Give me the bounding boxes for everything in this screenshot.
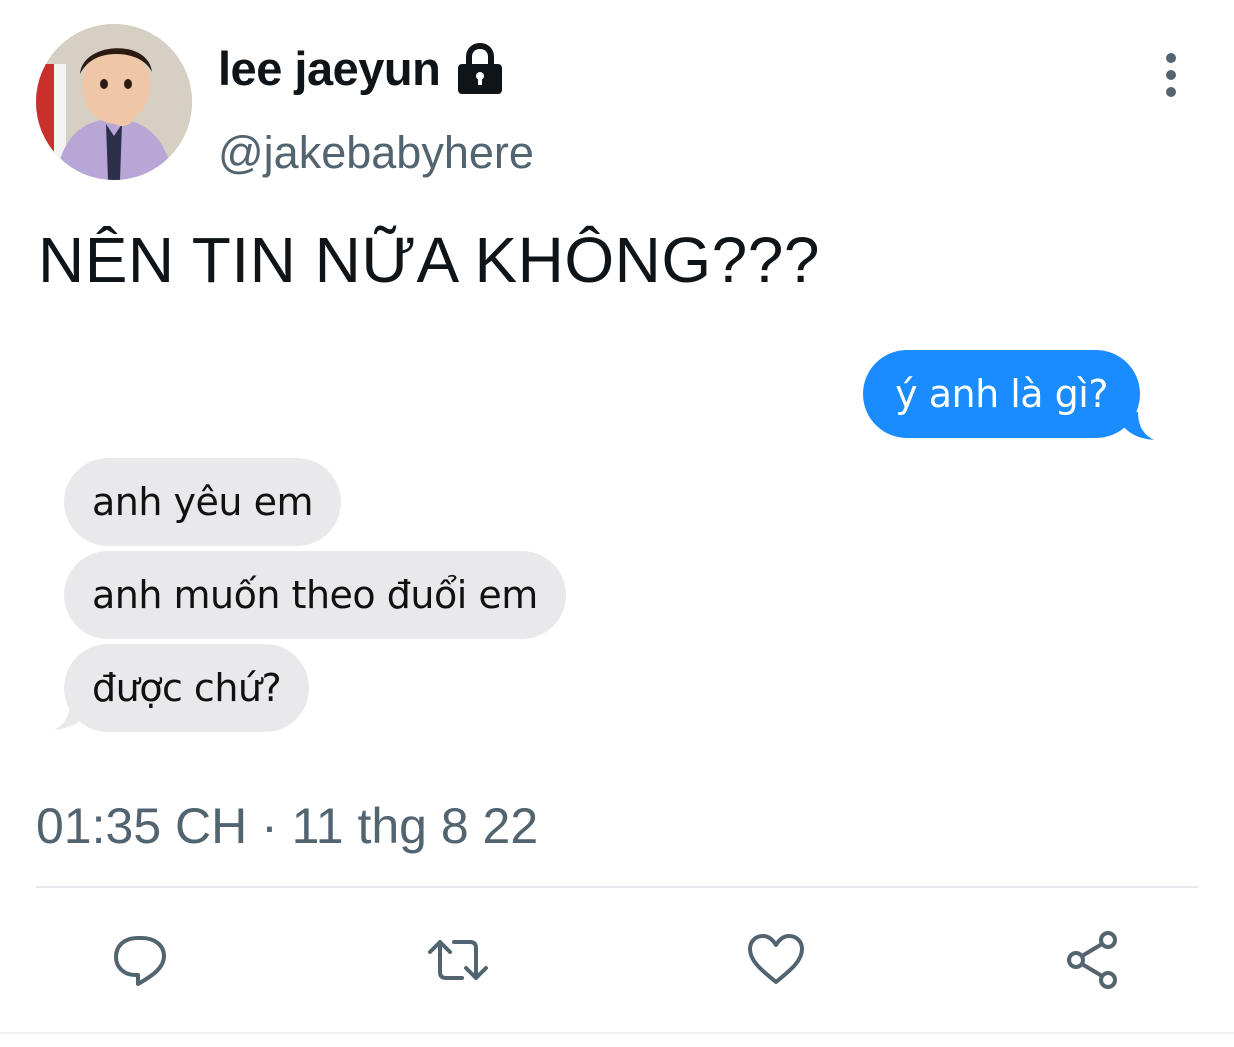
author-handle[interactable]: @jakebabyhere <box>218 126 534 180</box>
more-options-button[interactable] <box>1150 50 1192 100</box>
retweet-icon <box>428 940 488 980</box>
divider <box>0 1032 1234 1034</box>
chat-bubble-received: anh muốn theo đuổi em <box>64 551 566 639</box>
chat-message-text: anh yêu em <box>92 480 313 524</box>
chat-bubble-sent: ý anh là gì? <box>863 350 1140 438</box>
tweet-media-image[interactable]: ý anh là gì? anh yêu em anh muốn theo đu… <box>36 330 1198 750</box>
tweet-text: NÊN TIN NỮA KHÔNG??? <box>38 224 820 296</box>
like-icon <box>748 934 804 984</box>
like-button[interactable] <box>744 928 808 992</box>
chat-message-text: ý anh là gì? <box>895 372 1108 416</box>
tweet-timestamp[interactable]: 01:35 CH · 11 thg 8 22 <box>36 796 538 856</box>
author-name-row: lee jaeyun <box>218 42 506 96</box>
chat-bubble-received: anh yêu em <box>64 458 341 546</box>
tweet-action-bar <box>0 920 1234 1000</box>
reply-button[interactable] <box>108 928 172 992</box>
more-options-icon <box>1166 53 1176 97</box>
received-bubble-tail <box>54 702 92 730</box>
reply-icon <box>114 936 166 986</box>
chat-message-text: anh muốn theo đuổi em <box>92 573 538 617</box>
lock-icon <box>454 42 506 96</box>
chat-bubble-received: được chứ? <box>64 644 310 732</box>
share-icon <box>1067 931 1117 989</box>
child-portrait-avatar <box>36 24 192 180</box>
chat-message-text: được chứ? <box>92 666 282 710</box>
divider <box>36 886 1198 888</box>
retweet-button[interactable] <box>426 928 490 992</box>
author-display-name[interactable]: lee jaeyun <box>218 43 441 95</box>
avatar[interactable] <box>36 24 192 180</box>
sent-bubble-tail <box>1116 412 1154 440</box>
share-button[interactable] <box>1062 928 1126 992</box>
